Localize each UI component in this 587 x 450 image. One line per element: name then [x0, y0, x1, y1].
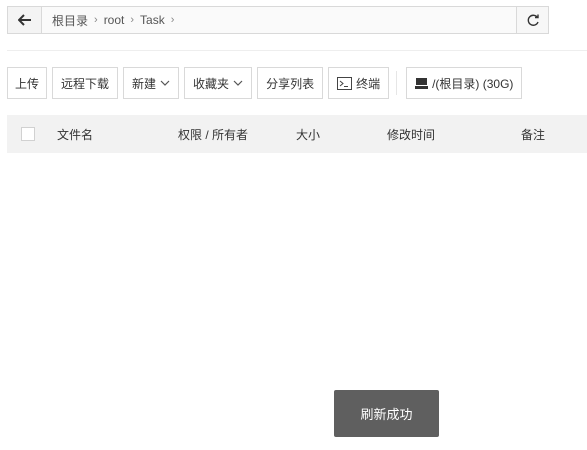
disk-icon — [415, 78, 429, 89]
breadcrumb-separator: › — [170, 14, 175, 26]
toast-message: 刷新成功 — [334, 390, 439, 437]
new-label: 新建 — [132, 76, 157, 91]
chevron-down-icon — [233, 80, 243, 86]
toolbar: 上传 远程下载 新建 收藏夹 分享列表 终端 /(根目录) (30G) — [7, 67, 523, 99]
back-button[interactable] — [8, 7, 42, 33]
upload-label: 上传 — [15, 76, 40, 91]
favorites-label: 收藏夹 — [193, 76, 230, 91]
breadcrumb-separator: › — [94, 14, 98, 26]
column-remark[interactable]: 备注 — [521, 126, 545, 143]
remote-download-button[interactable]: 远程下载 — [52, 67, 119, 99]
share-list-button[interactable]: 分享列表 — [257, 67, 324, 99]
path-bar: 根目录 › root › Task › — [7, 6, 549, 34]
upload-button[interactable]: 上传 — [7, 67, 48, 99]
breadcrumb-root-dir[interactable]: 根目录 — [52, 12, 88, 29]
table-header: 文件名 权限 / 所有者 大小 修改时间 备注 — [7, 115, 587, 153]
breadcrumb: 根目录 › root › Task › — [42, 7, 516, 33]
disk-button[interactable]: /(根目录) (30G) — [406, 67, 523, 99]
column-modified-time[interactable]: 修改时间 — [387, 126, 435, 143]
favorites-button[interactable]: 收藏夹 — [184, 67, 253, 99]
breadcrumb-separator: › — [130, 14, 135, 26]
remote-download-label: 远程下载 — [61, 76, 110, 91]
breadcrumb-task[interactable]: Task — [140, 13, 165, 27]
disk-label: /(根目录) (30G) — [432, 76, 514, 91]
chevron-down-icon — [160, 80, 170, 86]
share-list-label: 分享列表 — [266, 76, 315, 91]
divider — [7, 50, 587, 51]
terminal-label: 终端 — [356, 76, 381, 91]
select-all-checkbox[interactable] — [21, 127, 35, 141]
column-filename[interactable]: 文件名 — [57, 126, 93, 143]
arrow-left-icon — [17, 14, 31, 26]
terminal-icon — [337, 76, 353, 90]
breadcrumb-root[interactable]: root — [104, 13, 125, 27]
terminal-button[interactable]: 终端 — [328, 67, 390, 99]
toolbar-separator — [396, 71, 398, 95]
column-permission-owner[interactable]: 权限 / 所有者 — [178, 126, 248, 143]
column-size[interactable]: 大小 — [296, 126, 320, 143]
new-button[interactable]: 新建 — [123, 67, 180, 99]
refresh-button[interactable] — [516, 7, 548, 33]
refresh-icon — [527, 14, 539, 26]
